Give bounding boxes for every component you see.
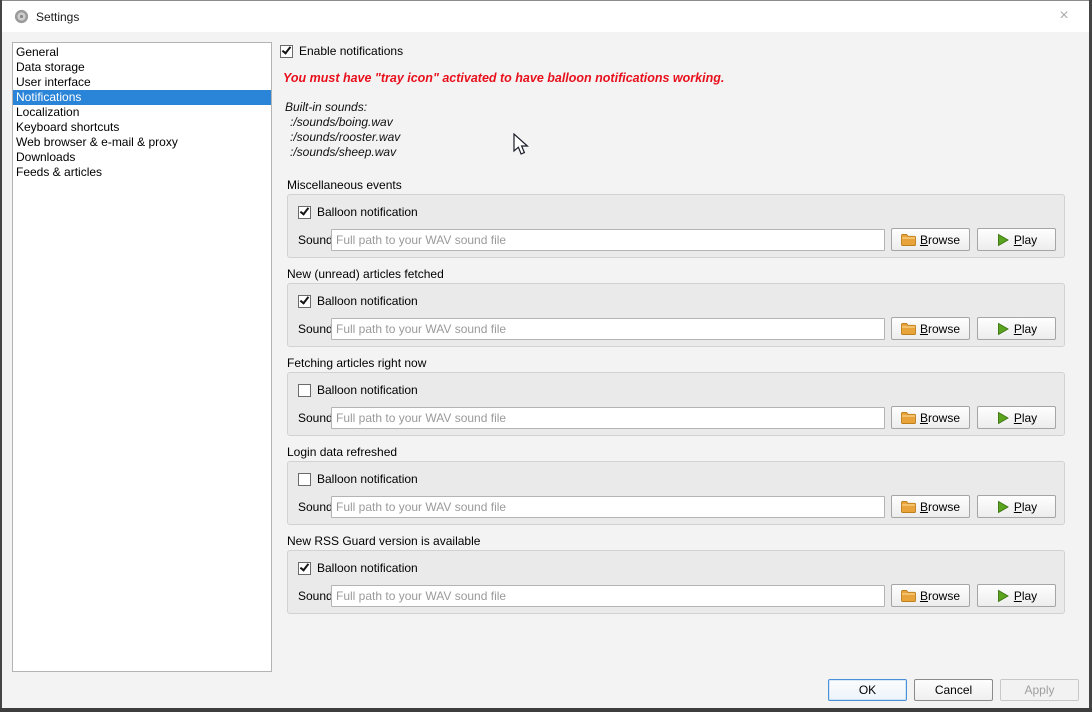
window-border-bottom: [0, 708, 1092, 712]
section-groupbox: Balloon notification Sound Browse: [287, 550, 1065, 614]
balloon-notification-label: Balloon notification: [317, 383, 418, 397]
sidebar-item-user-interface[interactable]: User interface: [13, 75, 271, 90]
section-title: New RSS Guard version is available: [287, 534, 1065, 548]
section-groupbox: Balloon notification Sound Browse: [287, 461, 1065, 525]
balloon-notification-label: Balloon notification: [317, 472, 418, 486]
mouse-cursor: [512, 133, 533, 160]
builtin-sounds-title: Built-in sounds:: [285, 100, 400, 115]
sound-label: Sound: [298, 589, 331, 603]
notification-section: Miscellaneous events Balloon notificatio…: [287, 178, 1065, 260]
sidebar-item-feeds-articles[interactable]: Feeds & articles: [13, 165, 271, 180]
sound-path-input[interactable]: [331, 229, 885, 251]
section-groupbox: Balloon notification Sound Browse: [287, 283, 1065, 347]
browse-button[interactable]: Browse: [891, 495, 970, 518]
section-title: New (unread) articles fetched: [287, 267, 1065, 281]
balloon-notification-row[interactable]: Balloon notification: [298, 205, 418, 219]
apply-button: Apply: [1000, 679, 1079, 701]
balloon-notification-checkbox[interactable]: [298, 562, 311, 575]
builtin-sound-line: :/sounds/sheep.wav: [285, 145, 400, 160]
cancel-button[interactable]: Cancel: [914, 679, 993, 701]
sound-label: Sound: [298, 411, 331, 425]
checkmark-icon: [282, 44, 291, 54]
sidebar-item-keyboard-shortcuts[interactable]: Keyboard shortcuts: [13, 120, 271, 135]
settings-gear-icon: [14, 9, 29, 24]
sidebar-item-data-storage[interactable]: Data storage: [13, 60, 271, 75]
balloon-notification-checkbox[interactable]: [298, 295, 311, 308]
play-button[interactable]: Play: [977, 406, 1056, 429]
enable-notifications-row[interactable]: Enable notifications: [280, 44, 403, 58]
sidebar-item-downloads[interactable]: Downloads: [13, 150, 271, 165]
close-icon[interactable]: ×: [1049, 4, 1079, 28]
window-border-left: [0, 0, 2, 712]
window-border-top: [0, 0, 1092, 1]
folder-icon: [901, 500, 916, 513]
tray-icon-warning: You must have "tray icon" activated to h…: [283, 71, 724, 85]
checkmark-icon: [300, 294, 309, 304]
sidebar-item-localization[interactable]: Localization: [13, 105, 271, 120]
browse-button[interactable]: Browse: [891, 584, 970, 607]
balloon-notification-label: Balloon notification: [317, 294, 418, 308]
balloon-notification-label: Balloon notification: [317, 205, 418, 219]
builtin-sounds-block: Built-in sounds: :/sounds/boing.wav:/sou…: [285, 100, 400, 160]
sidebar-item-general[interactable]: General: [13, 45, 271, 60]
checkmark-icon: [300, 561, 309, 571]
folder-icon: [901, 322, 916, 335]
play-icon: [996, 411, 1010, 425]
sidebar-item-notifications[interactable]: Notifications: [13, 90, 271, 105]
play-button[interactable]: Play: [977, 495, 1056, 518]
sound-path-input[interactable]: [331, 496, 885, 518]
sound-path-input[interactable]: [331, 585, 885, 607]
enable-notifications-checkbox[interactable]: [280, 45, 293, 58]
balloon-notification-row[interactable]: Balloon notification: [298, 472, 418, 486]
balloon-notification-label: Balloon notification: [317, 561, 418, 575]
play-button[interactable]: Play: [977, 584, 1056, 607]
play-icon: [996, 500, 1010, 514]
titlebar[interactable]: Settings ×: [1, 1, 1089, 32]
section-title: Login data refreshed: [287, 445, 1065, 459]
settings-window: Settings × GeneralData storageUser inter…: [0, 0, 1092, 712]
play-button[interactable]: Play: [977, 228, 1056, 251]
balloon-notification-row[interactable]: Balloon notification: [298, 383, 418, 397]
play-button[interactable]: Play: [977, 317, 1056, 340]
notification-section: New (unread) articles fetched Balloon no…: [287, 267, 1065, 349]
enable-notifications-label: Enable notifications: [299, 44, 403, 58]
balloon-notification-checkbox[interactable]: [298, 473, 311, 486]
sound-label: Sound: [298, 500, 331, 514]
builtin-sound-line: :/sounds/boing.wav: [285, 115, 400, 130]
section-title: Fetching articles right now: [287, 356, 1065, 370]
browse-button[interactable]: Browse: [891, 228, 970, 251]
section-groupbox: Balloon notification Sound Browse: [287, 194, 1065, 258]
builtin-sound-line: :/sounds/rooster.wav: [285, 130, 400, 145]
folder-icon: [901, 589, 916, 602]
play-icon: [996, 233, 1010, 247]
browse-button[interactable]: Browse: [891, 317, 970, 340]
notification-section: New RSS Guard version is available Ballo…: [287, 534, 1065, 616]
play-icon: [996, 322, 1010, 336]
play-icon: [996, 589, 1010, 603]
notification-section: Fetching articles right now Balloon noti…: [287, 356, 1065, 438]
ok-button[interactable]: OK: [828, 679, 907, 701]
sound-path-input[interactable]: [331, 407, 885, 429]
balloon-notification-row[interactable]: Balloon notification: [298, 294, 418, 308]
settings-category-list: GeneralData storageUser interfaceNotific…: [12, 42, 272, 672]
notification-section: Login data refreshed Balloon notificatio…: [287, 445, 1065, 527]
sound-label: Sound: [298, 233, 331, 247]
sound-label: Sound: [298, 322, 331, 336]
balloon-notification-row[interactable]: Balloon notification: [298, 561, 418, 575]
section-title: Miscellaneous events: [287, 178, 1065, 192]
builtin-sounds-lines: :/sounds/boing.wav:/sounds/rooster.wav:/…: [285, 115, 400, 160]
window-title: Settings: [36, 10, 79, 24]
folder-icon: [901, 233, 916, 246]
checkmark-icon: [300, 205, 309, 215]
browse-button[interactable]: Browse: [891, 406, 970, 429]
sidebar-item-web-browser-e-mail-proxy[interactable]: Web browser & e-mail & proxy: [13, 135, 271, 150]
sound-path-input[interactable]: [331, 318, 885, 340]
folder-icon: [901, 411, 916, 424]
section-groupbox: Balloon notification Sound Browse: [287, 372, 1065, 436]
balloon-notification-checkbox[interactable]: [298, 384, 311, 397]
balloon-notification-checkbox[interactable]: [298, 206, 311, 219]
